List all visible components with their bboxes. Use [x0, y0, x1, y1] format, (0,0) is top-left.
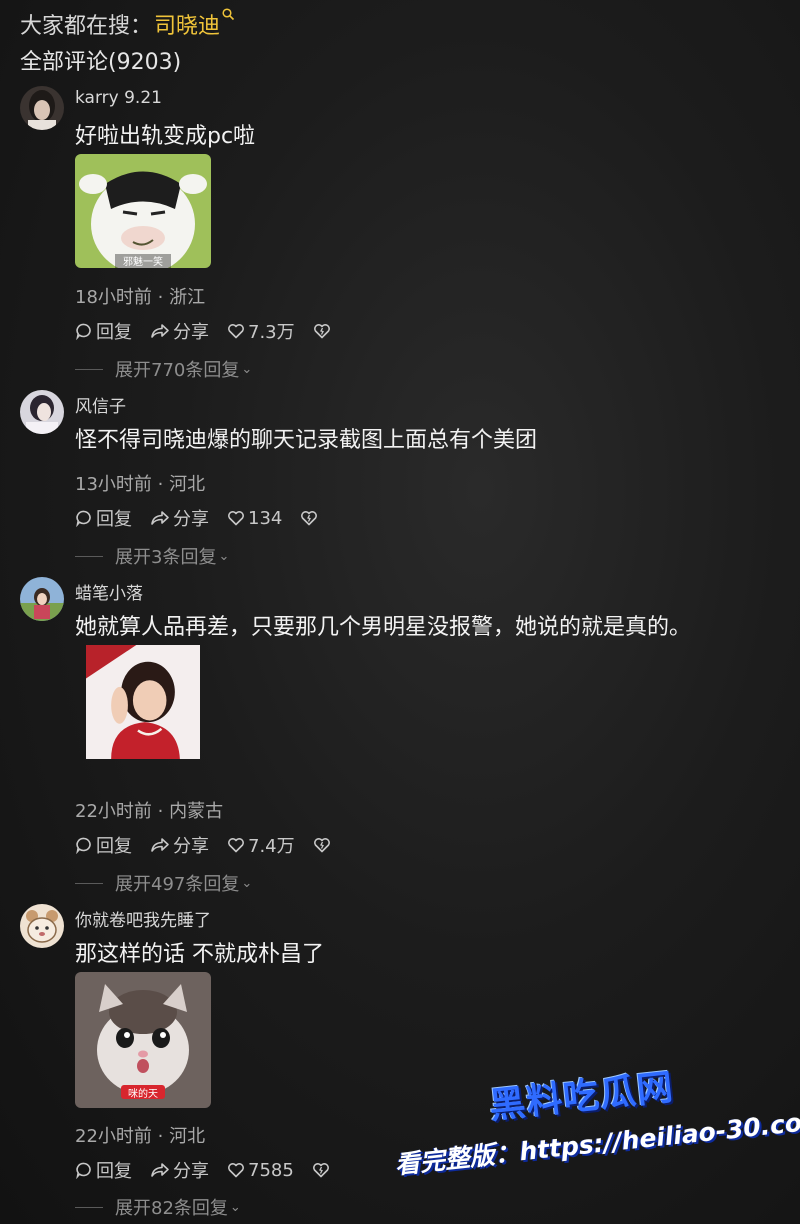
search-term-link[interactable]: 司晓迪 [154, 8, 220, 40]
sticker-caption: 咪的天 [128, 1089, 158, 1100]
comment-actions: 回复 分享 7585 [75, 1157, 351, 1183]
dislike-icon [301, 511, 318, 526]
share-icon [151, 511, 169, 525]
heart-icon [228, 324, 244, 339]
reply-label: 回复 [96, 509, 132, 530]
comment-text: 那这样的话 不就成朴昌了 [75, 942, 324, 967]
like-button[interactable]: 7.3万 [227, 318, 295, 344]
expand-replies-label: 展开497条回复 [115, 874, 240, 895]
comment-actions: 回复 分享 7.4万 [75, 832, 352, 858]
expand-replies-button[interactable]: 展开770条回复 ⌄ [75, 356, 252, 382]
avatar[interactable] [20, 86, 64, 130]
share-icon [151, 838, 169, 852]
like-button[interactable]: 134 [227, 508, 282, 529]
dislike-button[interactable] [312, 1161, 333, 1179]
comment-actions: 回复 分享 7.3万 [75, 318, 352, 344]
comment-meta: 22小时前 · 河北 [75, 1126, 206, 1147]
comment-icon [76, 837, 91, 854]
dislike-button[interactable] [313, 322, 334, 340]
heart-icon [228, 1163, 244, 1178]
divider [75, 555, 103, 557]
share-icon [151, 1163, 169, 1177]
share-label: 分享 [173, 836, 209, 857]
divider [75, 368, 103, 370]
expand-replies-label: 展开770条回复 [115, 360, 240, 381]
reply-button[interactable]: 回复 [75, 1157, 132, 1183]
comments-page: 大家都在搜： 司晓迪 全部评论(9203) karry 9.21 好啦出轨变成p… [0, 0, 800, 1224]
share-icon [151, 324, 169, 338]
chevron-down-icon: ⌄ [229, 1199, 241, 1215]
share-label: 分享 [173, 509, 209, 530]
reply-button[interactable]: 回复 [75, 505, 132, 531]
comment-icon [76, 1162, 91, 1179]
dislike-button[interactable] [300, 509, 321, 527]
share-label: 分享 [173, 1161, 209, 1182]
like-count: 134 [248, 507, 283, 529]
comment-meta: 13小时前 · 河北 [75, 474, 206, 495]
trending-search[interactable]: 大家都在搜： 司晓迪 [20, 7, 235, 40]
comment-text: 怪不得司晓迪爆的聊天记录截图上面总有个美团 [75, 428, 538, 453]
expand-replies-button[interactable]: 展开82条回复 ⌄ [75, 1194, 241, 1220]
dislike-icon [312, 1163, 329, 1178]
heart-icon [228, 511, 244, 526]
sticker-caption: 邪魅一笑 [123, 257, 163, 268]
like-button[interactable]: 7585 [227, 1160, 294, 1181]
watermark: 黑料吃瓜网 看完整版：https://heiliao-30.com [386, 1036, 800, 1217]
avatar[interactable] [20, 390, 64, 434]
heart-icon [228, 838, 244, 853]
username[interactable]: 风信子 [75, 392, 126, 417]
expand-replies-label: 展开3条回复 [115, 547, 217, 568]
comment-text: 她就算人品再差，只要那几个男明星没报警，她说的就是真的。 [75, 615, 692, 640]
expand-replies-button[interactable]: 展开497条回复 ⌄ [75, 870, 252, 896]
reply-button[interactable]: 回复 [75, 832, 132, 858]
like-count: 7.4万 [248, 836, 295, 857]
search-icon [222, 7, 235, 25]
comment-meta: 22小时前 · 内蒙古 [75, 801, 224, 822]
search-prefix: 大家都在搜： [20, 14, 153, 39]
reply-label: 回复 [96, 322, 132, 343]
share-label: 分享 [173, 322, 209, 343]
share-button[interactable]: 分享 [150, 318, 209, 344]
dislike-icon [313, 838, 330, 853]
like-count: 7.3万 [248, 322, 295, 343]
share-button[interactable]: 分享 [150, 1157, 209, 1183]
dislike-icon [313, 324, 330, 339]
username[interactable]: 你就卷吧我先睡了 [75, 906, 211, 931]
expand-replies-label: 展开82条回复 [115, 1198, 228, 1219]
expand-replies-button[interactable]: 展开3条回复 ⌄ [75, 543, 229, 569]
divider [75, 1206, 103, 1208]
chevron-down-icon: ⌄ [218, 548, 230, 564]
like-button[interactable]: 7.4万 [227, 832, 295, 858]
dislike-button[interactable] [313, 836, 334, 854]
share-button[interactable]: 分享 [150, 505, 209, 531]
comment-meta: 18小时前 · 浙江 [75, 287, 206, 308]
comment-count: 全部评论(9203) [20, 50, 182, 75]
username[interactable]: karry 9.21 [75, 88, 162, 108]
avatar[interactable] [20, 577, 64, 621]
username[interactable]: 蜡笔小落 [75, 579, 143, 604]
reply-label: 回复 [96, 836, 132, 857]
avatar[interactable] [20, 904, 64, 948]
comment-image[interactable] [75, 645, 211, 759]
reply-label: 回复 [96, 1161, 132, 1182]
divider [75, 882, 103, 884]
chevron-down-icon: ⌄ [241, 875, 253, 891]
comment-text: 好啦出轨变成pc啦 [75, 124, 256, 149]
comment-icon [76, 323, 91, 340]
comment-icon [76, 510, 91, 527]
sticker-image[interactable]: 咪的天 [75, 972, 211, 1108]
sticker-image[interactable]: 邪魅一笑 [75, 154, 211, 268]
reply-button[interactable]: 回复 [75, 318, 132, 344]
comment-actions: 回复 分享 134 [75, 505, 339, 531]
chevron-down-icon: ⌄ [241, 361, 253, 377]
share-button[interactable]: 分享 [150, 832, 209, 858]
like-count: 7585 [248, 1159, 294, 1181]
